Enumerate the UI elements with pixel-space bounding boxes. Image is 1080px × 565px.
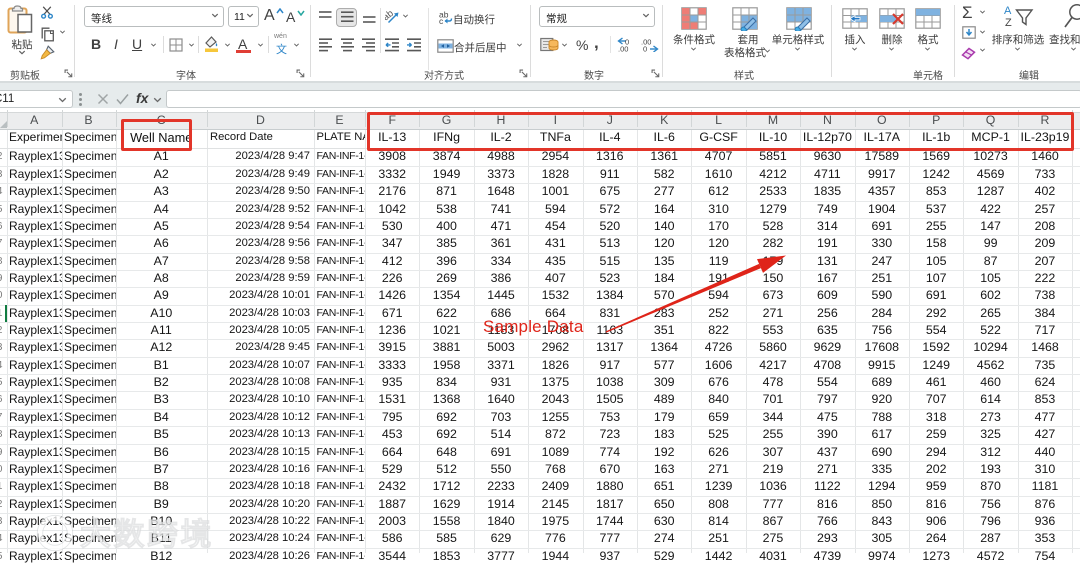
svg-text:A: A xyxy=(1004,5,1012,17)
svg-text:Z: Z xyxy=(1005,17,1012,28)
svg-text:0: 0 xyxy=(643,45,647,53)
svg-text:.00: .00 xyxy=(618,45,628,53)
svg-text:大数跨境: 大数跨境 xyxy=(80,517,214,552)
